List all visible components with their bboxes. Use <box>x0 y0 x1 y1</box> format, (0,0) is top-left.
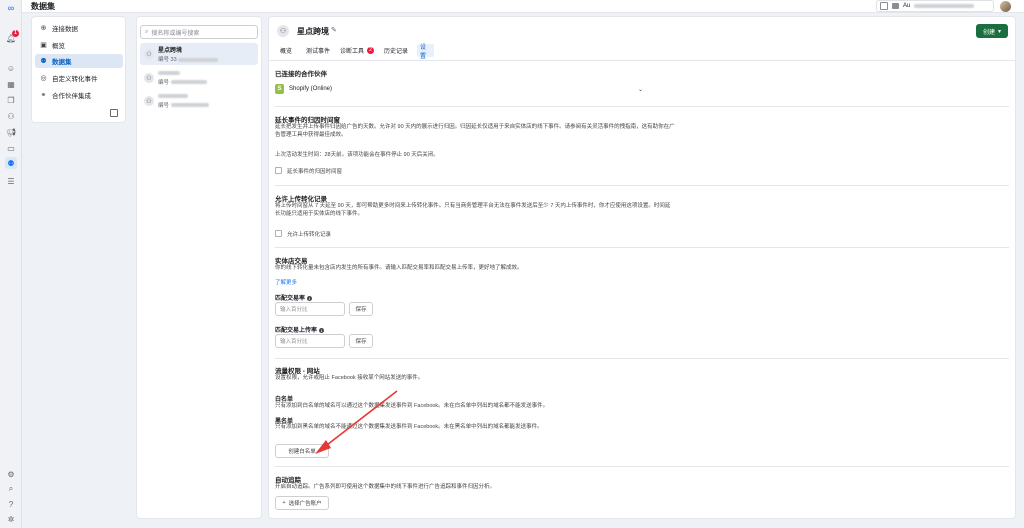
annotation-arrow-icon <box>315 390 398 454</box>
